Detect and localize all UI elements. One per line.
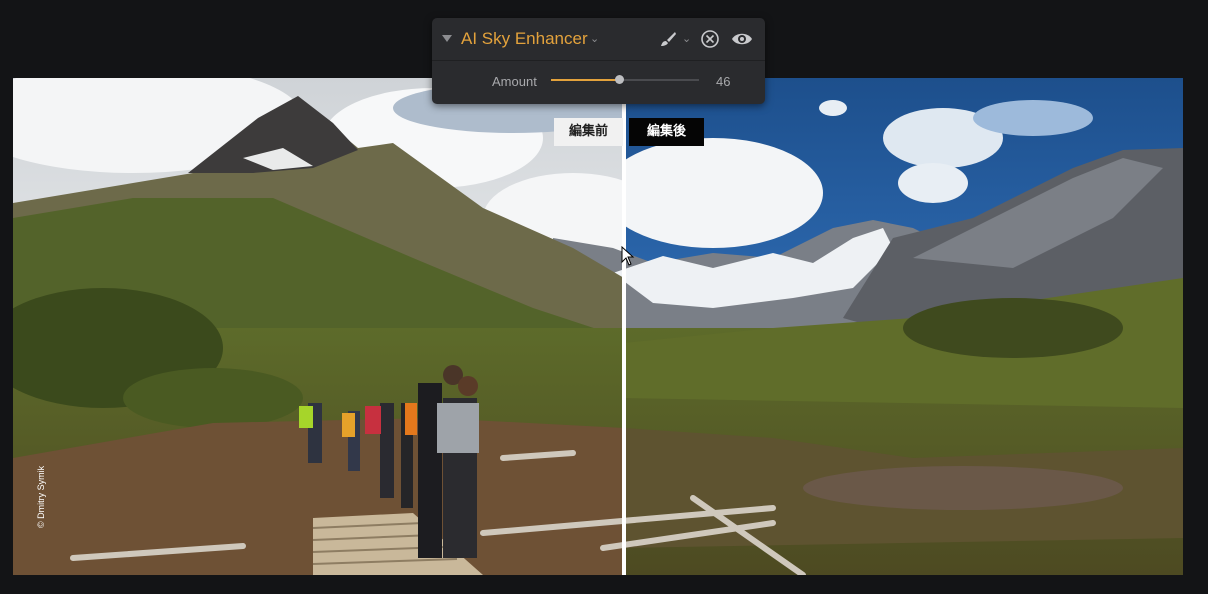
amount-slider[interactable] — [551, 75, 699, 84]
split-divider-handle[interactable] — [622, 78, 626, 575]
filter-title[interactable]: AI Sky Enhancer — [461, 29, 588, 49]
close-circle-icon[interactable] — [700, 29, 720, 49]
filter-panel-header: AI Sky Enhancer ⌄ ⌄ — [432, 18, 765, 61]
amount-value: 46 — [716, 74, 731, 89]
editor-canvas: 編集前 編集後 © Dmitry Symik AI Sky Enhancer ⌄… — [0, 0, 1208, 594]
amount-label: Amount — [492, 74, 537, 89]
triangle-down-icon[interactable] — [442, 35, 452, 42]
comparison-photo[interactable] — [13, 78, 1183, 575]
amount-slider-thumb[interactable] — [615, 75, 625, 84]
brush-icon[interactable] — [659, 30, 677, 48]
filter-panel: AI Sky Enhancer ⌄ ⌄ Amount 46 — [432, 18, 765, 104]
after-label: 編集後 — [629, 118, 704, 146]
chevron-down-icon[interactable]: ⌄ — [682, 32, 691, 45]
photo-credit: © Dmitry Symik — [36, 465, 46, 528]
eye-icon[interactable] — [731, 30, 753, 48]
chevron-down-icon[interactable]: ⌄ — [590, 32, 599, 45]
amount-slider-fill — [551, 79, 620, 81]
before-label: 編集前 — [554, 118, 623, 146]
mouse-cursor-icon — [621, 246, 635, 266]
